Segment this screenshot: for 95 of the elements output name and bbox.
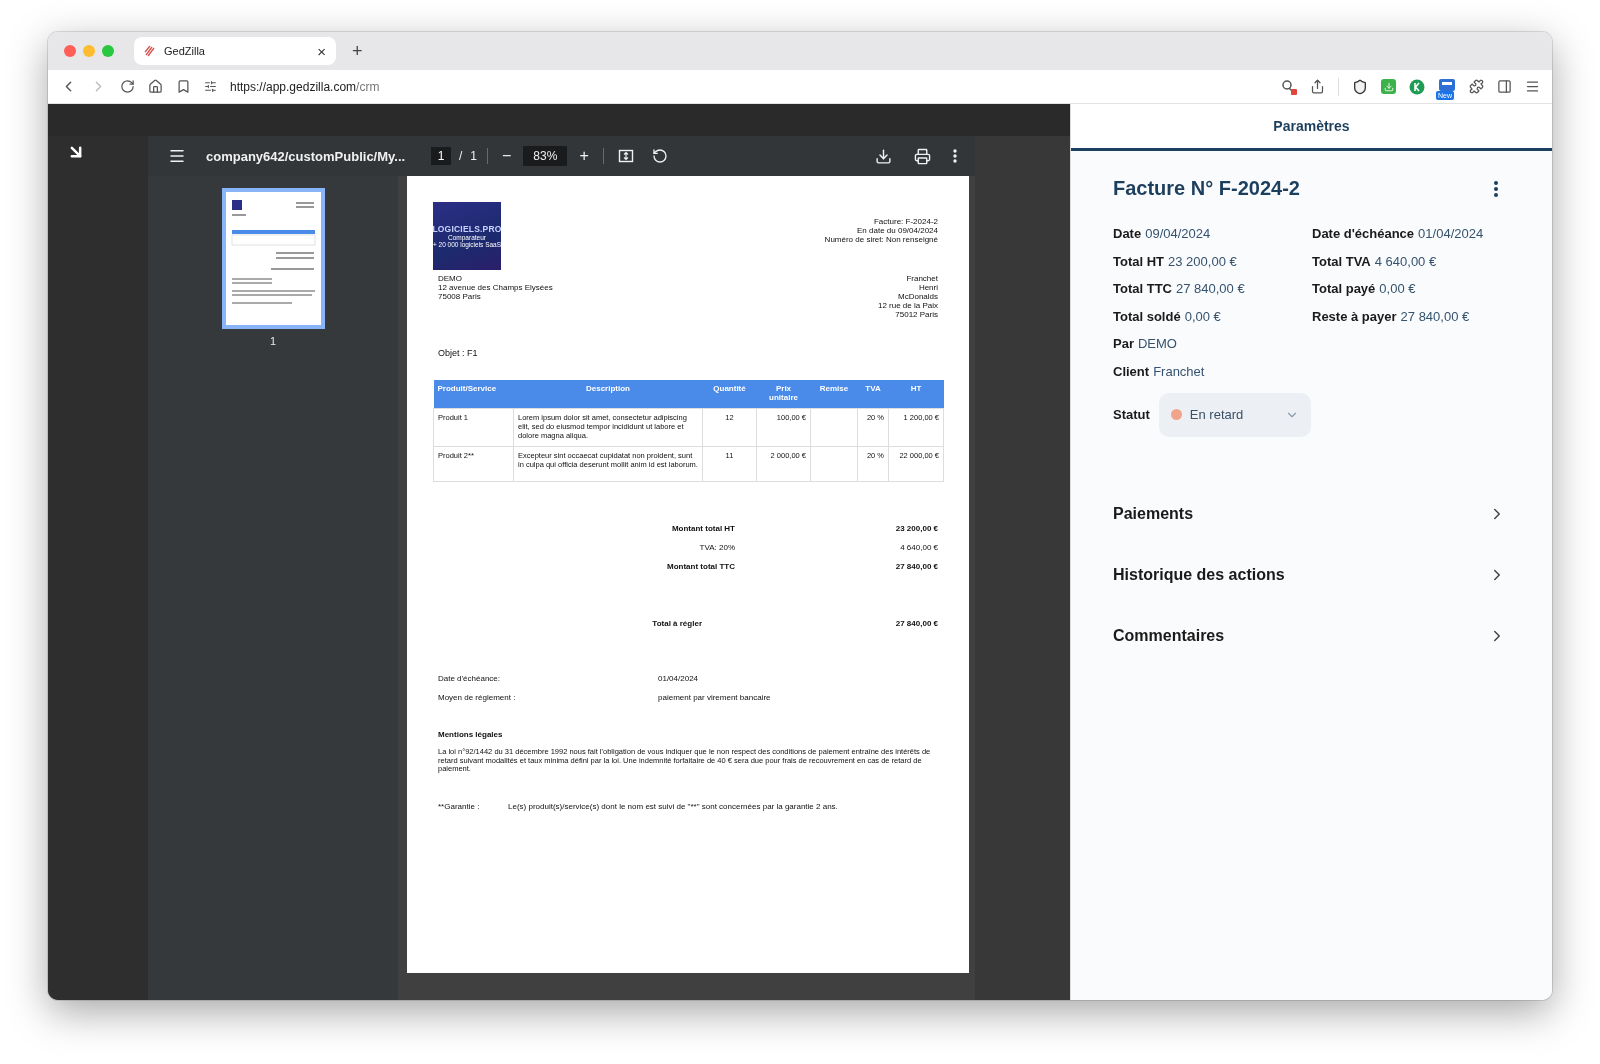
reload-icon[interactable] xyxy=(120,79,135,94)
field-label: Statut xyxy=(1113,407,1150,423)
bookmark-icon[interactable] xyxy=(176,79,191,94)
more-options-icon xyxy=(953,149,957,163)
seller-address-line: DEMO xyxy=(438,274,463,283)
field-label: Total HT xyxy=(1113,252,1165,271)
thumbnail-label: 1 xyxy=(269,335,277,347)
address-field[interactable]: https://app.gedzilla.com/crm xyxy=(230,79,1268,94)
tab-title: GedZilla xyxy=(164,45,206,57)
seller-address-line: 12 avenue des Champs Elysées xyxy=(438,283,553,292)
field-value: 4 640,00 € xyxy=(1374,252,1437,271)
download-icon xyxy=(875,147,892,165)
field-label: Date xyxy=(1113,225,1142,243)
page-number-field[interactable]: 1 xyxy=(431,147,451,165)
field-value: Franchet xyxy=(1153,362,1205,381)
new-tab-button[interactable]: + xyxy=(346,41,369,61)
extensions-icon[interactable] xyxy=(1469,79,1484,94)
term-value: 01/04/2024 xyxy=(658,674,700,683)
panel-tab[interactable]: Paramètres xyxy=(1071,104,1552,151)
more-options-button[interactable] xyxy=(1494,180,1498,197)
field-value: 09/04/2024 xyxy=(1145,225,1211,243)
rotate-icon xyxy=(651,148,668,164)
field-value: DEMO xyxy=(1137,335,1177,353)
client-address-line: McDonalds xyxy=(897,292,938,301)
total-value: 4 640,00 € xyxy=(899,543,938,552)
status-select[interactable]: En retard xyxy=(1158,392,1311,437)
file-name: company642/customPublic/My... xyxy=(206,148,407,164)
field-value: 0,00 € xyxy=(1184,307,1221,326)
client-address-line: Henri xyxy=(917,283,938,292)
invoice-header-line: Facture: F-2024-2 xyxy=(872,217,938,226)
browser-tab[interactable]: GedZilla × xyxy=(134,37,336,65)
guarantee-label: **Garantie : xyxy=(438,801,481,811)
client-address-line: Franchet xyxy=(905,274,938,283)
printer-icon xyxy=(914,147,931,165)
total-label: TVA: 20% xyxy=(698,543,735,552)
total-value: 23 200,00 € xyxy=(894,524,938,533)
fit-page-icon xyxy=(617,148,634,164)
field-value: 23 200,00 € xyxy=(1168,252,1237,271)
total-value: 27 840,00 € xyxy=(894,562,938,571)
zoom-in-button[interactable]: + xyxy=(575,144,593,168)
section-header[interactable]: Paiements xyxy=(1113,483,1506,545)
invoice-subject: Objet : F1 xyxy=(437,349,479,358)
term-label: Date d'échéance: xyxy=(438,674,501,683)
total-due-value: 27 840,00 € xyxy=(894,619,938,628)
extension-icon[interactable] xyxy=(1409,78,1425,95)
total-label: Montant total TTC xyxy=(666,562,735,571)
field-label: Date d'échéance xyxy=(1312,225,1415,243)
zoom-out-button[interactable]: − xyxy=(498,144,516,168)
client-address-line: 12 rue de la Paix xyxy=(877,301,938,310)
column-header: Description xyxy=(513,380,703,409)
column-header: TVA xyxy=(857,380,889,409)
close-tab-button[interactable]: × xyxy=(315,43,328,59)
menu-icon xyxy=(168,147,186,165)
field-value: 0,00 € xyxy=(1379,280,1416,298)
section-header[interactable]: Historique des actions xyxy=(1113,544,1506,606)
term-label: Moyen de réglement : xyxy=(438,693,517,702)
menu-icon[interactable] xyxy=(1525,79,1540,94)
field-label: Par xyxy=(1113,335,1134,353)
home-icon[interactable] xyxy=(148,79,163,94)
total-due-label: Total à régler xyxy=(651,619,702,628)
column-header: Produit/Service xyxy=(433,380,514,409)
field-label: Client xyxy=(1113,362,1150,381)
guarantee-text: Le(s) produit(s)/service(s) dont le nom est suivi de "**" sont concernées par la garantie 2 ans. xyxy=(508,801,839,811)
column-header: Prix unitaire xyxy=(756,380,811,409)
field-label: Total payé xyxy=(1312,280,1376,298)
invoice-header-line: Numéro de siret: Non renseigné xyxy=(824,235,938,244)
seller-address-line: 75008 Paris xyxy=(438,292,482,301)
invoice-title: Facture N° F-2024-2 xyxy=(1113,177,1300,200)
legal-title: Mentions légales xyxy=(437,730,504,739)
more-options-icon xyxy=(1494,180,1498,197)
zoom-field[interactable]: 83% xyxy=(523,146,568,166)
shield-icon[interactable] xyxy=(1352,78,1368,95)
page-thumbnail[interactable] xyxy=(221,188,325,329)
total-label: Montant total HT xyxy=(670,524,735,533)
column-header: Quantité xyxy=(702,380,757,409)
column-header: Remise xyxy=(810,380,858,409)
page-total: 1 xyxy=(470,149,478,163)
site-settings-icon[interactable] xyxy=(204,80,217,93)
share-icon[interactable] xyxy=(1310,79,1325,94)
term-value: paiement par virement bancaire xyxy=(658,693,772,702)
field-label: Reste à payer xyxy=(1312,307,1397,326)
key-icon[interactable] xyxy=(1281,78,1297,95)
field-label: Total TVA xyxy=(1312,252,1371,271)
field-value: 27 840,00 € xyxy=(1176,280,1245,298)
client-address-line: 75012 Paris xyxy=(894,310,938,319)
column-header: HT xyxy=(888,380,944,409)
invoice-header-line: En date du 09/04/2024 xyxy=(856,226,938,235)
favicon-icon xyxy=(144,45,156,57)
section-header[interactable]: Commentaires xyxy=(1113,605,1506,667)
field-label: Total TTC xyxy=(1113,280,1172,298)
sidebar-icon[interactable] xyxy=(1497,79,1512,94)
field-label: Total soldé xyxy=(1113,307,1181,326)
field-value: 27 840,00 € xyxy=(1400,307,1470,326)
page-separator: / xyxy=(459,149,463,163)
field-value: 01/04/2024 xyxy=(1418,225,1484,243)
